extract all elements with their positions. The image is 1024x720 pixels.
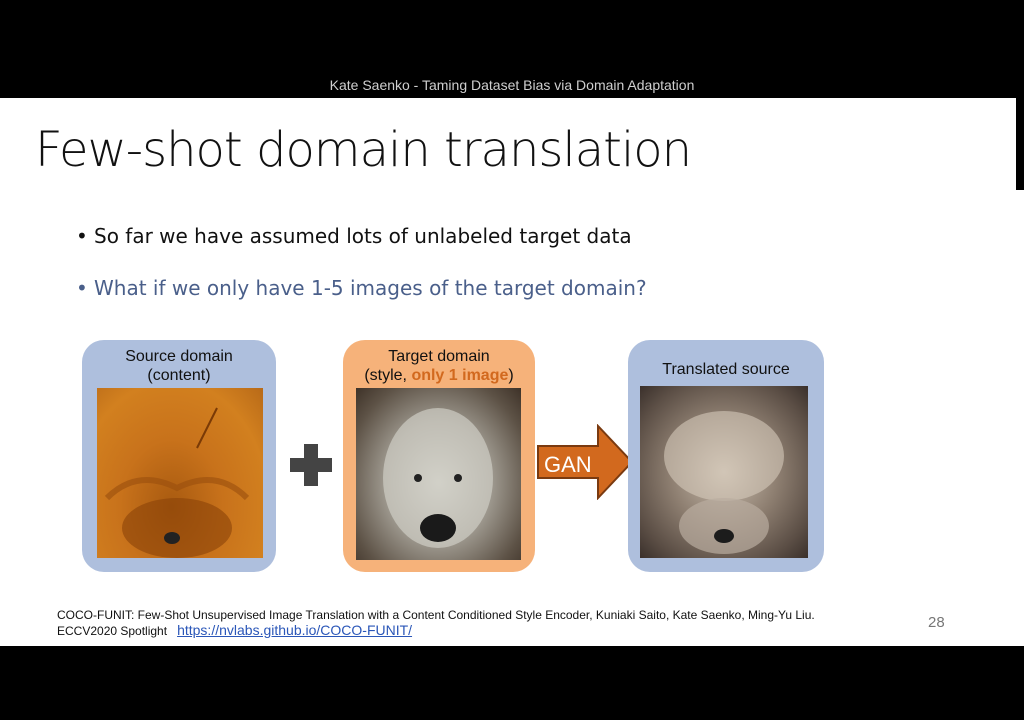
source-domain-label: Source domain (content) [82, 347, 276, 385]
plus-icon [290, 444, 332, 486]
bullet-2-text: What if we only have 1-5 images of the t… [94, 276, 647, 300]
header-caption: Kate Saenko - Taming Dataset Bias via Do… [329, 77, 695, 93]
video-bottom-bar [0, 646, 1024, 720]
footnote-citation: COCO-FUNIT: Few-Shot Unsupervised Image … [57, 608, 815, 622]
target-subtitle-suffix: ) [508, 367, 514, 384]
target-dog-image [356, 388, 521, 560]
slide-title: Few-shot domain translation [35, 122, 692, 178]
target-domain-title: Target domain [388, 348, 490, 365]
translated-source-label: Translated source [662, 361, 790, 378]
project-link[interactable]: https://nvlabs.github.io/COCO-FUNIT/ [177, 622, 412, 638]
gan-label: GAN [544, 452, 592, 477]
bullet-2: • What if we only have 1-5 images of the … [76, 276, 647, 300]
translated-source-panel: Translated source [628, 340, 824, 572]
target-domain-label: Target domain (style, only 1 image) [343, 347, 535, 385]
source-domain-panel: Source domain (content) [82, 340, 276, 572]
page-number: 28 [928, 614, 945, 631]
slide: Few-shot domain translation • So far we h… [0, 98, 1024, 646]
bullet-1: • So far we have assumed lots of unlabele… [76, 224, 632, 248]
source-domain-subtitle: (content) [147, 367, 211, 384]
bullet-marker: • [76, 276, 88, 300]
footnote-venue-line: ECCV2020 Spotlight https://nvlabs.github.… [57, 622, 412, 638]
bullet-1-text: So far we have assumed lots of unlabeled… [94, 224, 632, 248]
footnote-venue: ECCV2020 Spotlight [57, 624, 168, 638]
bullet-marker: • [76, 224, 88, 248]
target-domain-panel: Target domain (style, only 1 image) [343, 340, 535, 572]
target-domain-subtitle: (style, only 1 image) [343, 366, 535, 385]
source-dog-image [97, 388, 263, 558]
translated-dog-image [640, 386, 808, 558]
source-domain-title: Source domain [125, 348, 233, 365]
target-subtitle-highlight: only 1 image [411, 367, 509, 384]
target-subtitle-prefix: (style, [364, 367, 412, 384]
slide-edge-strip [1016, 98, 1024, 190]
